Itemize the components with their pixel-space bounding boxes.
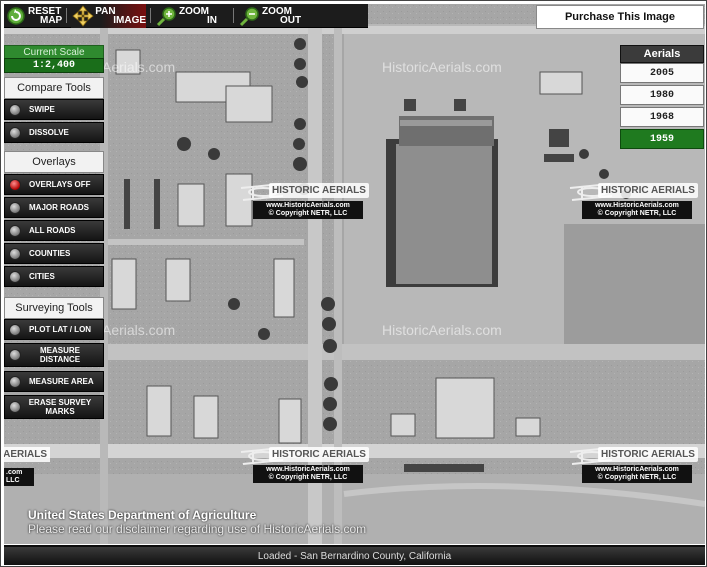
toolbar-divider xyxy=(66,8,68,23)
overlays-title: Overlays xyxy=(4,151,104,173)
radio-icon xyxy=(9,126,21,139)
reset-map-button[interactable]: RESET MAP xyxy=(4,4,62,28)
plot-lat-lon-button[interactable]: PLOT LAT / LON xyxy=(4,319,104,340)
reset-icon xyxy=(4,4,28,28)
disclaimer-link[interactable]: Please read our disclaimer regarding use… xyxy=(28,522,366,536)
current-scale-value: 1:2,400 xyxy=(4,58,104,73)
watermark-text: HistoricAerials.com xyxy=(382,59,502,75)
radio-icon xyxy=(9,103,21,116)
radio-selected-icon xyxy=(9,178,21,191)
zoom-in-button[interactable]: ZOOM IN xyxy=(155,4,229,28)
status-bar: Loaded - San Bernardino County, Californ… xyxy=(4,545,705,565)
radio-icon xyxy=(9,247,21,260)
watermark-text: Aerials.com xyxy=(102,59,176,75)
cities-button[interactable]: CITIES xyxy=(4,266,104,287)
pan-icon xyxy=(71,4,95,28)
dissolve-button[interactable]: DISSOLVE xyxy=(4,122,104,143)
status-text: Loaded - San Bernardino County, Californ… xyxy=(257,550,452,562)
watermark-banner: HISTORIC AERIALS xyxy=(598,183,698,198)
major-roads-button[interactable]: MAJOR ROADS xyxy=(4,197,104,218)
aerials-title: Aerials xyxy=(620,45,704,63)
map-toolbar: RESET MAP PAN IMAGE ZOOM IN ZOOM OUT xyxy=(4,4,368,28)
watermark-copyright: www.HistoricAerials.com © Copyright NETR,… xyxy=(582,465,692,483)
swipe-button[interactable]: SWIPE xyxy=(4,99,104,120)
overlays-off-button[interactable]: OVERLAYS OFF xyxy=(4,174,104,195)
watermark-banner: HISTORIC AERIALS xyxy=(269,183,369,198)
aerial-map[interactable]: Aerials.com HistoricAerials.com Aerials.… xyxy=(4,4,705,544)
counties-button[interactable]: COUNTIES xyxy=(4,243,104,264)
measure-distance-button[interactable]: MEASURE DISTANCE xyxy=(4,343,104,367)
measure-area-button[interactable]: MEASURE AREA xyxy=(4,371,104,392)
usda-credit: United States Department of Agriculture xyxy=(28,508,257,522)
zoom-in-icon xyxy=(155,4,179,28)
watermark-copyright: www.HistoricAerials.com © Copyright NETR,… xyxy=(253,465,363,483)
watermark-badge: HISTORIC AERIALS www.HistoricAerials.com… xyxy=(569,444,698,488)
watermark-text: Aerials.com xyxy=(102,322,176,338)
compare-tools-title: Compare Tools xyxy=(4,77,104,99)
year-1968-button[interactable]: 1968 xyxy=(620,107,704,127)
purchase-image-button[interactable]: Purchase This Image xyxy=(536,5,704,29)
radio-icon xyxy=(9,401,21,413)
radio-icon xyxy=(9,375,21,388)
watermark-banner: HISTORIC AERIALS xyxy=(269,447,369,462)
watermark-badge: HISTORIC AERIALS www.HistoricAerials.com… xyxy=(240,444,369,488)
toolbar-divider xyxy=(150,8,152,23)
year-1980-button[interactable]: 1980 xyxy=(620,85,704,105)
watermark-text: HistoricAerials.com xyxy=(382,322,502,338)
radio-icon xyxy=(9,323,21,336)
toolbar-divider xyxy=(233,8,235,23)
radio-icon xyxy=(9,201,21,214)
radio-icon xyxy=(9,270,21,283)
watermark-banner: HISTORIC AERIALS xyxy=(598,447,698,462)
watermark-copyright: www.HistoricAerials.com © Copyright NETR,… xyxy=(582,201,692,219)
zoom-out-button[interactable]: ZOOM OUT xyxy=(238,4,301,28)
watermark-copyright: www.HistoricAerials.com © Copyright NETR,… xyxy=(253,201,363,219)
year-1959-button[interactable]: 1959 xyxy=(620,129,704,149)
map-viewer: Aerials.com HistoricAerials.com Aerials.… xyxy=(0,0,707,567)
watermark-copyright: .com LLC xyxy=(4,468,34,486)
radio-icon xyxy=(9,349,21,361)
radio-icon xyxy=(9,224,21,237)
pan-image-button[interactable]: PAN IMAGE xyxy=(71,4,147,28)
watermark-banner: AERIALS xyxy=(4,447,50,462)
watermark-badge: HISTORIC AERIALS www.HistoricAerials.com… xyxy=(240,180,369,224)
all-roads-button[interactable]: ALL ROADS xyxy=(4,220,104,241)
watermark-badge-partial: AERIALS .com LLC xyxy=(4,447,50,487)
watermark-badge: HISTORIC AERIALS www.HistoricAerials.com… xyxy=(569,180,698,224)
erase-survey-marks-button[interactable]: ERASE SURVEY MARKS xyxy=(4,395,104,419)
year-2005-button[interactable]: 2005 xyxy=(620,63,704,83)
surveying-tools-title: Surveying Tools xyxy=(4,297,104,319)
current-scale-label: Current Scale xyxy=(4,45,104,59)
zoom-out-icon xyxy=(238,4,262,28)
